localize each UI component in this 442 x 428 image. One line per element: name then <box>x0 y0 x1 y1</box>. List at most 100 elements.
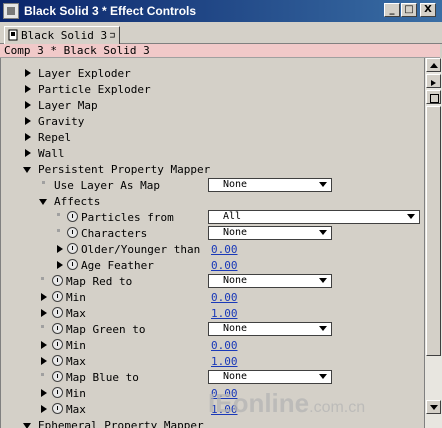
panel-menu-icon[interactable] <box>426 74 441 88</box>
twirl-closed-icon[interactable] <box>25 117 31 125</box>
map-green-dropdown[interactable]: None <box>208 322 332 336</box>
stopwatch-icon[interactable] <box>52 371 63 382</box>
dropdown-value: None <box>223 179 248 190</box>
stopwatch-icon[interactable] <box>67 211 78 222</box>
effect-label: Gravity <box>38 115 85 128</box>
twirl-closed-icon[interactable] <box>25 149 31 157</box>
twirl-open-icon[interactable] <box>39 199 47 205</box>
property-label: Max <box>66 307 86 320</box>
effect-row-gravity[interactable]: Gravity <box>1 113 424 129</box>
property-characters: Characters None <box>1 225 424 241</box>
twirl-closed-icon[interactable] <box>25 85 31 93</box>
twirl-closed-icon[interactable] <box>41 405 47 413</box>
dropdown-value: None <box>223 275 248 286</box>
twirl-closed-icon[interactable] <box>41 309 47 317</box>
stopwatch-icon[interactable] <box>52 275 63 286</box>
effect-label: Ephemeral Property Mapper <box>38 419 204 428</box>
scroll-up-button[interactable] <box>426 58 441 72</box>
green-min-value[interactable]: 0.00 <box>211 339 238 352</box>
property-map-green-to: Map Green to None <box>1 321 424 337</box>
twirl-closed-icon[interactable] <box>41 357 47 365</box>
twirl-closed-icon[interactable] <box>41 389 47 397</box>
stopwatch-icon[interactable] <box>67 259 78 270</box>
twirl-closed-icon[interactable] <box>57 245 63 253</box>
tab-close-icon[interactable]: ⊐ <box>110 28 115 44</box>
use-layer-as-map-dropdown[interactable]: None <box>208 178 332 192</box>
stopwatch-icon[interactable] <box>67 243 78 254</box>
property-green-max: Max 1.00 <box>1 353 424 369</box>
watermark: IEonline.com.cn <box>208 388 365 419</box>
dropdown-arrow-icon <box>407 214 415 219</box>
effect-row-wall[interactable]: Wall <box>1 145 424 161</box>
stopwatch-icon[interactable] <box>52 291 63 302</box>
group-affects[interactable]: Affects <box>1 193 424 209</box>
twirl-open-icon[interactable] <box>23 423 31 428</box>
property-label: Max <box>66 403 86 416</box>
dropdown-value: All <box>223 211 242 222</box>
effect-label: Wall <box>38 147 65 160</box>
stopwatch-icon[interactable] <box>52 387 63 398</box>
twirl-closed-icon[interactable] <box>25 69 31 77</box>
twirl-closed-icon[interactable] <box>25 133 31 141</box>
twirl-closed-icon[interactable] <box>41 341 47 349</box>
particles-from-dropdown[interactable]: All <box>208 210 420 224</box>
maximize-button[interactable]: □ <box>401 3 417 17</box>
close-button[interactable]: X <box>420 3 436 17</box>
minimize-button[interactable]: _ <box>384 3 400 17</box>
dropdown-arrow-icon <box>319 374 327 379</box>
stopwatch-icon[interactable] <box>52 307 63 318</box>
effects-panel: Layer Exploder Particle Exploder Layer M… <box>0 58 424 428</box>
property-red-min: Min 0.00 <box>1 289 424 305</box>
stopwatch-icon[interactable] <box>52 403 63 414</box>
red-min-value[interactable]: 0.00 <box>211 291 238 304</box>
group-label: Affects <box>54 195 101 208</box>
effect-label: Particle Exploder <box>38 83 151 96</box>
property-map-blue-to: Map Blue to None <box>1 369 424 385</box>
property-age-feather: Age Feather 0.00 <box>1 257 424 273</box>
effect-row-layer-exploder[interactable]: Layer Exploder <box>1 65 424 81</box>
stopwatch-icon[interactable] <box>52 323 63 334</box>
twirl-closed-icon[interactable] <box>57 261 63 269</box>
red-max-value[interactable]: 1.00 <box>211 307 238 320</box>
twirl-open-icon[interactable] <box>23 167 31 173</box>
dropdown-value: None <box>223 323 248 334</box>
scroll-thumb[interactable] <box>426 106 441 356</box>
comp-header: Comp 3 * Black Solid 3 <box>0 44 440 58</box>
effect-row-particle-exploder[interactable]: Particle Exploder <box>1 81 424 97</box>
effect-label: Layer Map <box>38 99 98 112</box>
map-blue-dropdown[interactable]: None <box>208 370 332 384</box>
bullet <box>42 181 45 184</box>
older-younger-value[interactable]: 0.00 <box>211 243 238 256</box>
effect-label: Repel <box>38 131 72 144</box>
characters-dropdown[interactable]: None <box>208 226 332 240</box>
dropdown-arrow-icon <box>319 230 327 235</box>
map-red-dropdown[interactable]: None <box>208 274 332 288</box>
bullet <box>57 229 60 232</box>
twirl-closed-icon[interactable] <box>25 101 31 109</box>
property-use-layer-as-map: Use Layer As Map None <box>1 177 424 193</box>
effect-row-layer-map[interactable]: Layer Map <box>1 97 424 113</box>
property-label: Older/Younger than <box>81 243 201 256</box>
twirl-closed-icon[interactable] <box>41 293 47 301</box>
stopwatch-icon[interactable] <box>52 339 63 350</box>
effect-row-persistent-property-mapper[interactable]: Persistent Property Mapper <box>1 161 424 177</box>
stopwatch-icon[interactable] <box>52 355 63 366</box>
property-label: Min <box>66 339 86 352</box>
scroll-down-button[interactable] <box>426 400 441 414</box>
age-feather-value[interactable]: 0.00 <box>211 259 238 272</box>
watermark-main: IEonline <box>208 388 310 418</box>
stopwatch-icon[interactable] <box>67 227 78 238</box>
lock-view-icon[interactable] <box>426 90 441 104</box>
property-map-red-to: Map Red to None <box>1 273 424 289</box>
property-green-min: Min 0.00 <box>1 337 424 353</box>
effect-label: Layer Exploder <box>38 67 131 80</box>
property-label: Map Green to <box>66 323 146 336</box>
property-label: Characters <box>81 227 148 240</box>
vertical-scrollbar[interactable] <box>424 58 442 428</box>
property-label: Age Feather <box>81 259 154 272</box>
effect-row-repel[interactable]: Repel <box>1 129 424 145</box>
property-red-max: Max 1.00 <box>1 305 424 321</box>
green-max-value[interactable]: 1.00 <box>211 355 238 368</box>
tab-black-solid-3[interactable]: Black Solid 3 ⊐ <box>4 26 120 44</box>
effect-label: Persistent Property Mapper <box>38 163 211 176</box>
